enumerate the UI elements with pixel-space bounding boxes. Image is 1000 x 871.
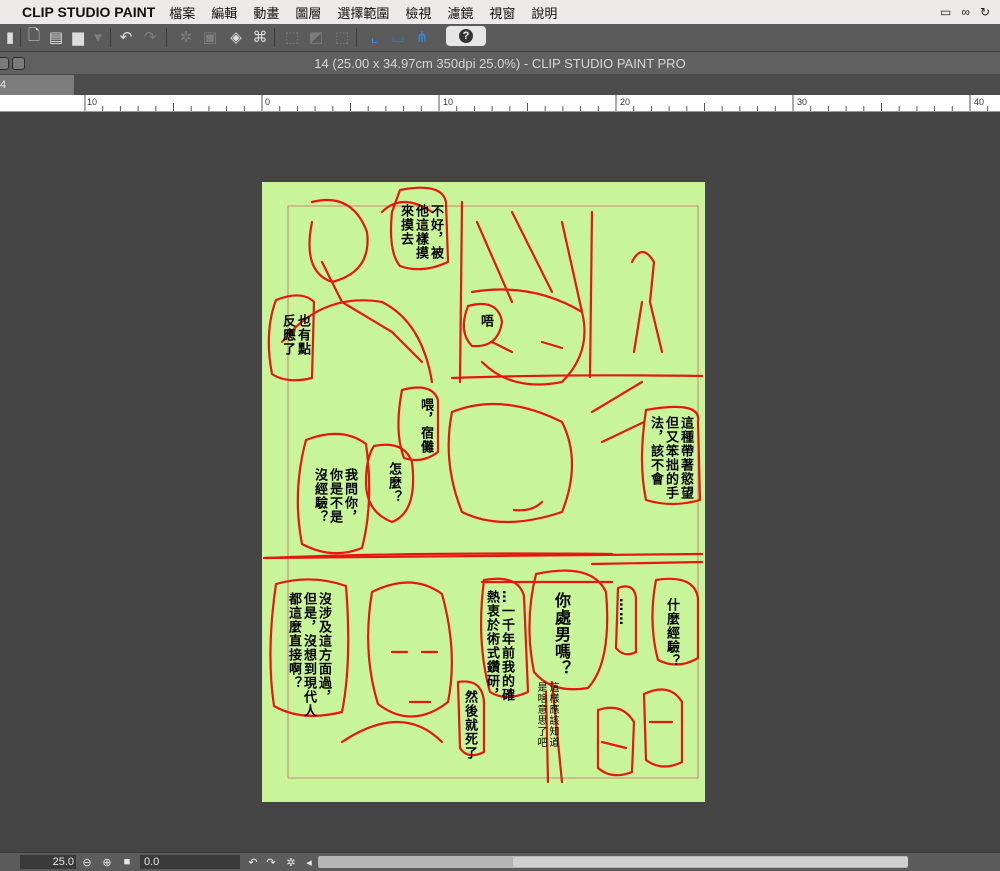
speech-balloon-text: 然後就死了 (462, 690, 477, 760)
menu-help[interactable]: 說明 (531, 3, 557, 22)
divider (274, 28, 275, 47)
ruler-label: 0 (265, 97, 271, 107)
speech-balloon-text: 我問你， 你是不是 沒經驗？ (312, 468, 357, 524)
speech-balloon-text: 沒涉及這方面過， 但是，沒想到現代人 都這麼直接啊？ (286, 592, 331, 718)
deselect-icon[interactable]: ⬚ (282, 27, 302, 47)
redo-icon[interactable]: ↷ (140, 27, 160, 47)
sync-icon[interactable]: ↻ (980, 5, 990, 19)
rotation-slider[interactable] (192, 855, 240, 869)
status-icons: ▭ ∞ ↻ (940, 0, 1000, 24)
divider (166, 28, 167, 47)
speech-balloon-text: …一千年前我的確 熱衷於術式鑽研， (484, 590, 514, 702)
menu-filter[interactable]: 濾鏡 (447, 3, 473, 22)
ruler-label: 40 (974, 97, 985, 107)
ruler-ticks (84, 95, 989, 111)
speech-balloon-text: …… (616, 598, 631, 626)
invert-selection-icon[interactable]: ◩ (306, 27, 326, 47)
menu-animation[interactable]: 動畫 (253, 3, 279, 22)
menu-view[interactable]: 檢視 (405, 3, 431, 22)
command-bar: ▮ 🗋 ▤ ▆ ▾ ↶ ↷ ✲ ▣ ◈ ⌘ ⬚ ◩ ⬚ ⌞ ⌴ ⋔ (0, 24, 1000, 52)
menu-selection[interactable]: 選擇範圍 (337, 3, 389, 22)
menu-file[interactable]: 檔案 (169, 3, 195, 22)
document-title-bar: 14 (25.00 x 34.97cm 350dpi 25.0%) - CLIP… (0, 52, 1000, 75)
ruler-label: 10 (87, 97, 98, 107)
clear-icon[interactable]: ✲ (176, 27, 196, 47)
help-button[interactable]: ? (446, 26, 486, 46)
new-file-icon[interactable]: 🗋 (24, 27, 44, 47)
ruler-label: 20 (620, 97, 631, 107)
show-selection-icon[interactable]: ⬚ (332, 27, 352, 47)
fit-view-icon[interactable]: ■ (120, 855, 134, 869)
menu-layer[interactable]: 圖層 (295, 3, 321, 22)
scrollbar-thumb[interactable] (513, 857, 908, 867)
menu-bar: CLIP STUDIO PAINT 檔案 編輯 動畫 圖層 選擇範圍 檢視 濾鏡… (0, 0, 1000, 25)
save-icon[interactable]: ▆ (68, 27, 88, 47)
ruler-label: 10 (443, 97, 454, 107)
tab-strip: 4 (0, 75, 1000, 95)
display-icon[interactable]: ▭ (940, 5, 951, 19)
document-title: 14 (25.00 x 34.97cm 350dpi 25.0%) - CLIP… (314, 56, 686, 71)
rotate-right-icon[interactable]: ↷ (264, 855, 278, 869)
app-menu[interactable]: CLIP STUDIO PAINT (22, 4, 155, 20)
question-icon: ? (459, 29, 473, 43)
speech-balloon-text: 唔 (478, 314, 493, 328)
speech-balloon-text: 不好，被 他這樣摸 來摸去 (398, 204, 443, 260)
horizontal-scrollbar[interactable] (318, 856, 908, 868)
speech-balloon-text: 你處男嗎？ (552, 592, 571, 677)
snap-special-ruler-icon[interactable]: ⌴ (388, 27, 408, 47)
horizontal-ruler: 10 0 10 20 30 40 (0, 95, 1000, 112)
ruler-label: 30 (797, 97, 808, 107)
speech-balloon-text: 也有點 反應了 (280, 314, 310, 356)
speech-balloon-text: 這樣應該知道 是啥意思了吧 (535, 682, 558, 748)
transform-icon[interactable]: ⌘ (250, 27, 270, 47)
snap-grid-icon[interactable]: ⋔ (412, 27, 432, 47)
zoom-in-icon[interactable]: ⊕ (100, 855, 114, 869)
snap-ruler-icon[interactable]: ⌞ (364, 27, 384, 47)
speech-balloon-text: 怎麼？ (386, 462, 401, 504)
rotation-field[interactable]: 0.0 (140, 855, 192, 869)
divider (110, 28, 111, 47)
divider (20, 28, 21, 47)
save-as-icon[interactable]: ▾ (88, 27, 108, 47)
manga-page[interactable]: 不好，被 他這樣摸 來摸去 唔 也有點 反應了 喂，宿儺 這種帶著慾望 但又笨拙… (262, 182, 705, 802)
speech-balloon-text: 喂，宿儺 (418, 398, 433, 454)
tab-document[interactable]: 4 (0, 75, 74, 95)
reset-rotation-icon[interactable]: ✲ (284, 855, 298, 869)
menu-edit[interactable]: 編輯 (211, 3, 237, 22)
clear-outside-icon[interactable]: ▣ (200, 27, 220, 47)
open-folder-icon[interactable]: ▤ (46, 27, 66, 47)
speech-balloon-text: 什麼經驗？ (664, 598, 679, 668)
fill-icon[interactable]: ◈ (226, 27, 246, 47)
rotate-left-icon[interactable]: ↶ (246, 855, 260, 869)
zoom-field[interactable]: 25.0 (20, 855, 76, 869)
zoom-out-icon[interactable]: ⊖ (80, 855, 94, 869)
speech-balloon-text: 這種帶著慾望 但又笨拙的手 法，該不會 (648, 416, 693, 500)
menu-window[interactable]: 視窗 (489, 3, 515, 22)
status-bar: 25.0 ⊖ ⊕ ■ 0.0 ↶ ↷ ✲ ◂ (0, 852, 1000, 871)
creative-cloud-icon[interactable]: ∞ (961, 5, 970, 19)
undo-icon[interactable]: ↶ (116, 27, 136, 47)
app-icon[interactable]: ▮ (0, 27, 20, 47)
divider (356, 28, 357, 47)
scroll-left-icon[interactable]: ◂ (302, 855, 316, 869)
